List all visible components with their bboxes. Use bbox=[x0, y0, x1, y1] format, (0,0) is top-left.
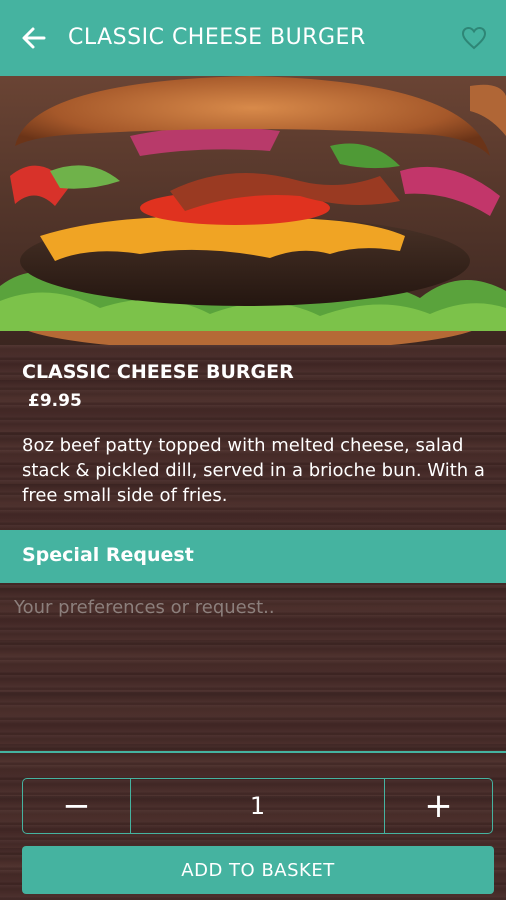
item-description: 8oz beef patty topped with melted cheese… bbox=[22, 435, 485, 506]
quantity-stepper: − 1 + bbox=[22, 778, 493, 834]
app-header: CLASSIC CHEESE BURGER bbox=[0, 0, 506, 76]
item-price: £9.95 bbox=[28, 391, 82, 411]
product-image bbox=[0, 76, 506, 345]
back-button[interactable] bbox=[20, 24, 48, 52]
heart-outline-icon bbox=[461, 26, 487, 50]
quantity-value: 1 bbox=[249, 792, 266, 820]
item-name: CLASSIC CHEESE BURGER bbox=[22, 361, 294, 383]
add-to-basket-button[interactable]: ADD TO BASKET bbox=[22, 846, 494, 894]
arrow-left-icon bbox=[22, 27, 46, 49]
increase-quantity-button[interactable]: + bbox=[384, 779, 492, 833]
special-request-input[interactable] bbox=[0, 583, 506, 751]
special-request-label: Special Request bbox=[22, 544, 194, 566]
burger-photo bbox=[0, 76, 506, 345]
page-title: CLASSIC CHEESE BURGER bbox=[68, 25, 366, 50]
decrease-quantity-button[interactable]: − bbox=[23, 779, 131, 833]
divider bbox=[0, 751, 506, 753]
favorite-button[interactable] bbox=[460, 24, 488, 52]
special-request-header: Special Request bbox=[0, 530, 506, 583]
